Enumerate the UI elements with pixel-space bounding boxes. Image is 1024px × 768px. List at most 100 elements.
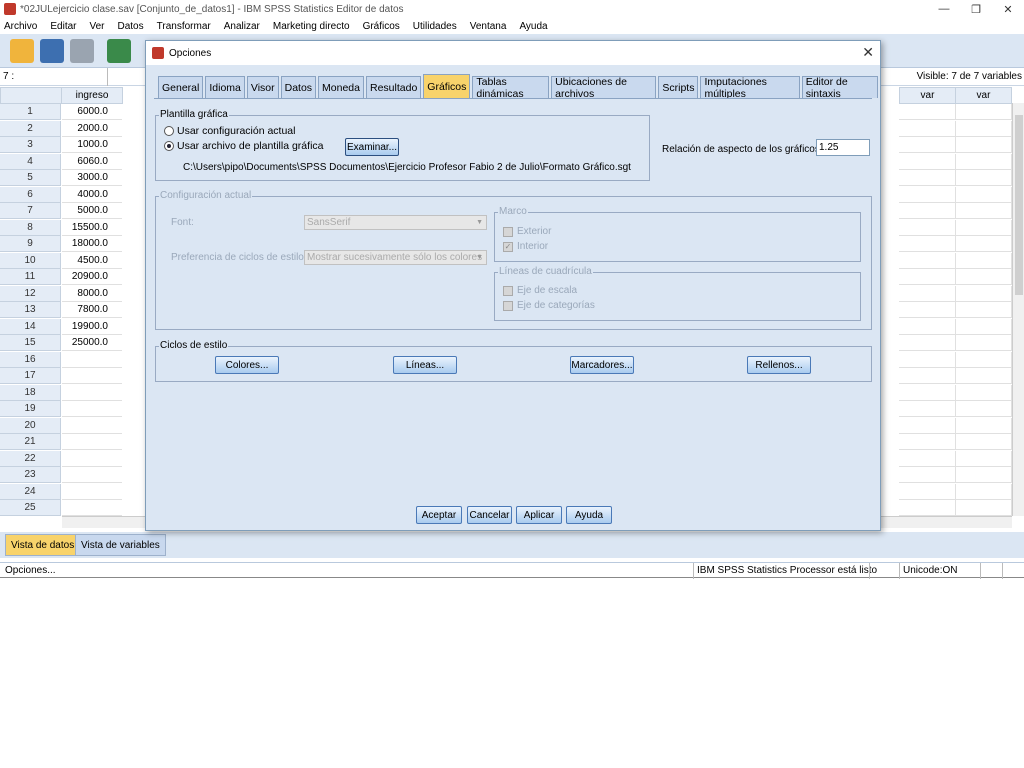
table-cell-ingreso[interactable]: 6000.0 (62, 104, 122, 120)
table-cell-ingreso[interactable]: 1000.0 (62, 137, 122, 153)
table-cell-ingreso[interactable]: 19900.0 (62, 319, 122, 335)
tab-editor-sintaxis[interactable]: Editor de sintaxis (801, 76, 878, 100)
table-cell-empty[interactable] (899, 417, 956, 434)
table-cell-empty[interactable] (899, 153, 956, 170)
table-cell-empty[interactable] (955, 483, 1012, 500)
table-cell-empty[interactable] (899, 302, 956, 318)
vertical-scrollbar[interactable] (1012, 103, 1024, 516)
table-cell-ingreso[interactable] (62, 368, 122, 384)
aceptar-button[interactable]: Aceptar (416, 506, 462, 524)
table-cell-empty[interactable] (899, 170, 956, 186)
table-cell-empty[interactable] (899, 252, 956, 269)
table-cell-empty[interactable] (899, 335, 956, 351)
tab-resultado[interactable]: Resultado (366, 76, 422, 98)
table-cell-ingreso[interactable] (62, 484, 122, 500)
menu-utilidades[interactable]: Utilidades (409, 21, 461, 32)
table-cell-empty[interactable] (899, 467, 956, 483)
table-cell-empty[interactable] (899, 351, 956, 368)
column-header-var[interactable]: var (955, 87, 1012, 104)
row-number[interactable]: 10 (0, 252, 61, 269)
table-cell-empty[interactable] (899, 500, 956, 516)
table-cell-empty[interactable] (955, 450, 1012, 467)
print-icon[interactable] (70, 39, 94, 63)
row-number[interactable]: 11 (0, 269, 61, 285)
row-number[interactable]: 16 (0, 351, 61, 368)
table-cell-ingreso[interactable] (62, 352, 122, 368)
table-cell-ingreso[interactable]: 2000.0 (62, 121, 122, 137)
aspect-ratio-input[interactable]: 1.25 (816, 139, 870, 156)
table-cell-empty[interactable] (899, 120, 956, 137)
tab-graficos[interactable]: Gráficos (423, 74, 471, 98)
table-cell-empty[interactable] (899, 384, 956, 401)
menu-ayuda[interactable]: Ayuda (515, 21, 551, 32)
table-cell-empty[interactable] (955, 417, 1012, 434)
tab-moneda[interactable]: Moneda (318, 76, 364, 98)
row-number[interactable]: 19 (0, 401, 61, 417)
cell-reference-box[interactable] (0, 68, 108, 86)
table-cell-empty[interactable] (955, 219, 1012, 236)
table-cell-ingreso[interactable]: 20900.0 (62, 269, 122, 285)
tab-datos[interactable]: Datos (280, 76, 317, 98)
menu-editar[interactable]: Editar (46, 21, 80, 32)
table-cell-ingreso[interactable]: 4500.0 (62, 253, 122, 269)
table-cell-empty[interactable] (899, 483, 956, 500)
row-number[interactable]: 9 (0, 236, 61, 252)
tab-ubicaciones[interactable]: Ubicaciones de archivos (551, 76, 657, 100)
open-folder-icon[interactable] (10, 39, 34, 63)
table-cell-empty[interactable] (955, 203, 1012, 219)
table-cell-empty[interactable] (955, 368, 1012, 384)
dialog-recall-icon[interactable] (107, 39, 131, 63)
tab-idioma[interactable]: Idioma (205, 76, 245, 98)
row-number[interactable]: 12 (0, 285, 61, 302)
table-cell-empty[interactable] (955, 269, 1012, 285)
tab-vista-variables[interactable]: Vista de variables (75, 534, 166, 556)
row-number[interactable]: 3 (0, 137, 61, 153)
table-cell-empty[interactable] (955, 104, 1012, 120)
aplicar-button[interactable]: Aplicar (516, 506, 562, 524)
row-number[interactable]: 14 (0, 318, 61, 335)
close-window-button[interactable]: ✕ (992, 0, 1024, 18)
menu-graficos[interactable]: Gráficos (359, 21, 404, 32)
lineas-button[interactable]: Líneas... (393, 356, 457, 374)
table-cell-ingreso[interactable]: 25000.0 (62, 335, 122, 351)
tab-general[interactable]: General (158, 76, 204, 98)
row-number[interactable]: 23 (0, 467, 61, 483)
row-number[interactable]: 5 (0, 170, 61, 186)
row-number[interactable]: 20 (0, 417, 61, 434)
table-cell-empty[interactable] (899, 269, 956, 285)
ayuda-button[interactable]: Ayuda (566, 506, 612, 524)
menu-marketing[interactable]: Marketing directo (269, 21, 354, 32)
colores-button[interactable]: Colores... (215, 356, 279, 374)
table-cell-empty[interactable] (899, 186, 956, 203)
table-cell-empty[interactable] (899, 450, 956, 467)
row-number[interactable]: 22 (0, 450, 61, 467)
table-cell-empty[interactable] (899, 368, 956, 384)
radio-usar-configuracion[interactable]: Usar configuración actual (164, 125, 295, 137)
marcadores-button[interactable]: Marcadores... (570, 356, 634, 374)
table-cell-empty[interactable] (955, 236, 1012, 252)
table-cell-ingreso[interactable] (62, 467, 122, 483)
table-cell-ingreso[interactable] (62, 385, 122, 401)
row-number[interactable]: 7 (0, 203, 61, 219)
table-cell-empty[interactable] (899, 434, 956, 450)
table-cell-empty[interactable] (899, 236, 956, 252)
table-cell-empty[interactable] (899, 401, 956, 417)
save-icon[interactable] (40, 39, 64, 63)
scroll-thumb[interactable] (1015, 115, 1023, 295)
table-cell-empty[interactable] (899, 318, 956, 335)
table-cell-empty[interactable] (899, 104, 956, 120)
table-cell-empty[interactable] (955, 153, 1012, 170)
examinar-button[interactable]: Examinar... (345, 138, 399, 156)
table-cell-empty[interactable] (955, 302, 1012, 318)
column-header-var[interactable]: var (899, 87, 956, 104)
row-number[interactable]: 17 (0, 368, 61, 384)
menu-datos[interactable]: Datos (114, 21, 148, 32)
table-cell-empty[interactable] (899, 219, 956, 236)
table-cell-ingreso[interactable]: 3000.0 (62, 170, 122, 186)
row-number[interactable]: 6 (0, 186, 61, 203)
tab-vista-datos[interactable]: Vista de datos (5, 534, 81, 556)
table-cell-ingreso[interactable] (62, 451, 122, 467)
table-cell-empty[interactable] (899, 203, 956, 219)
table-cell-empty[interactable] (955, 401, 1012, 417)
table-cell-ingreso[interactable]: 5000.0 (62, 203, 122, 219)
